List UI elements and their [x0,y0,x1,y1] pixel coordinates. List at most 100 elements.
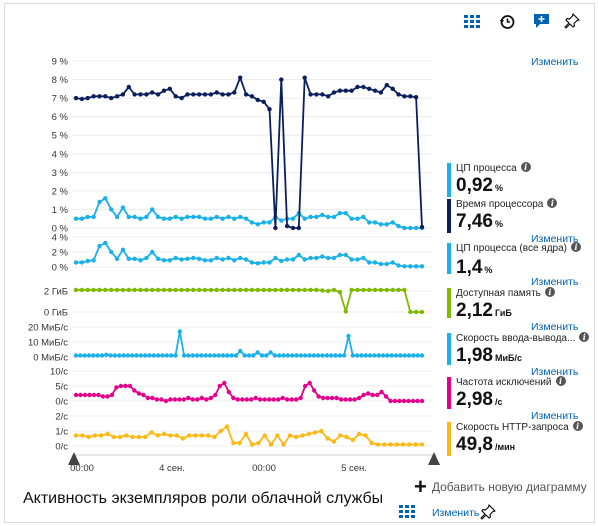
data-point [413,264,419,269]
info-icon[interactable]: i [555,376,566,386]
data-point [413,225,419,231]
data-point [109,249,114,255]
data-point [161,88,167,93]
data-point [343,252,348,258]
metric-disk[interactable]: Скорость ввода-вывода... i 1,98 МиБ/с [447,332,590,366]
data-point [207,353,213,358]
data-point [222,380,227,386]
data-point [132,214,137,220]
data-point [306,431,311,437]
data-point [331,90,337,95]
metric-http[interactable]: Скорость HTTP-запроса i 49,8/мин [447,421,587,456]
data-point [379,389,384,395]
data-point [161,258,167,263]
x-tick-label: 4 сен. [159,463,185,474]
info-icon[interactable]: i [547,198,558,208]
data-point [161,431,167,437]
data-point [97,287,102,293]
data-point [307,380,312,386]
data-point [326,255,331,261]
metric-unit: ГиБ [494,308,512,318]
data-point [103,240,108,246]
data-point [361,84,366,90]
data-point [249,397,254,402]
data-point [109,287,114,293]
data-point [197,287,202,293]
metric-value: 7,46 [456,211,493,232]
info-icon[interactable]: i [579,332,590,342]
data-point [249,220,255,225]
metric-unit: МиБ/с [494,353,522,363]
y-tick-label: 4 % [52,149,69,160]
data-point [147,353,152,358]
data-point [396,223,401,229]
metric-unit: /мин [494,442,516,452]
data-point [150,207,155,212]
data-point [238,348,243,354]
data-point [105,431,110,437]
data-point [341,353,347,358]
edit-link-cpu[interactable]: Изменить [531,56,578,68]
pin-icon[interactable] [479,503,497,521]
metric-name: Скорость ввода-вывода... [456,333,576,344]
data-point [226,389,231,395]
data-point [413,95,419,100]
data-point [185,214,190,220]
data-point [370,392,375,398]
data-point [408,264,413,269]
metric-name: Время процессора [456,199,544,210]
data-point [267,220,272,225]
data-point [161,287,167,293]
edit-link-bottom[interactable]: Изменить [432,507,479,519]
range-handle-left [68,452,80,465]
data-point [144,287,149,293]
data-point [367,86,372,92]
metric-name: Доступная память [456,288,541,299]
info-icon[interactable]: i [520,162,531,172]
data-point [329,395,335,401]
metric-cpu-time[interactable]: Время процессора i 7,46% [447,198,587,233]
data-point [114,256,120,261]
data-point [151,353,156,358]
metric-color-bar [447,199,451,233]
data-point [356,431,362,437]
grid-icon[interactable] [398,503,416,521]
data-point [337,252,343,258]
data-point [294,397,299,402]
info-icon[interactable]: i [572,421,583,431]
data-point [214,214,219,220]
data-point [402,94,407,99]
data-point [114,94,120,99]
add-chart-button[interactable]: + Добавить новую диаграмму [414,474,587,500]
metric-exceptions[interactable]: Частота исключений i 2,98/с [447,376,587,410]
data-point [302,287,307,293]
data-point [343,211,348,216]
data-point [213,392,218,398]
data-point [384,222,389,227]
data-point [331,439,337,444]
data-point [375,442,381,447]
info-icon[interactable]: i [544,287,555,297]
data-point [118,383,124,389]
data-point [186,353,191,358]
data-point [302,257,307,262]
data-point [271,397,276,402]
metric-unit: % [484,265,493,275]
data-point [217,383,222,389]
data-point [376,353,381,358]
data-point [363,353,368,358]
info-icon[interactable]: i [571,242,581,252]
data-point [208,258,214,263]
data-point [308,255,313,261]
data-point [150,90,155,95]
data-point [86,434,91,440]
data-point [296,225,301,231]
data-point [154,397,160,402]
data-point [117,434,123,440]
metric-cpu-all[interactable]: ЦП процесса (все ядра) i 1,4% [447,242,587,278]
metric-cpu[interactable]: ЦП процесса i 0,92% [447,162,587,197]
data-point [150,395,155,401]
data-point [238,287,243,293]
metric-memory[interactable]: Доступная память i 2,12 ГиБ [447,287,587,321]
data-point [208,92,214,97]
